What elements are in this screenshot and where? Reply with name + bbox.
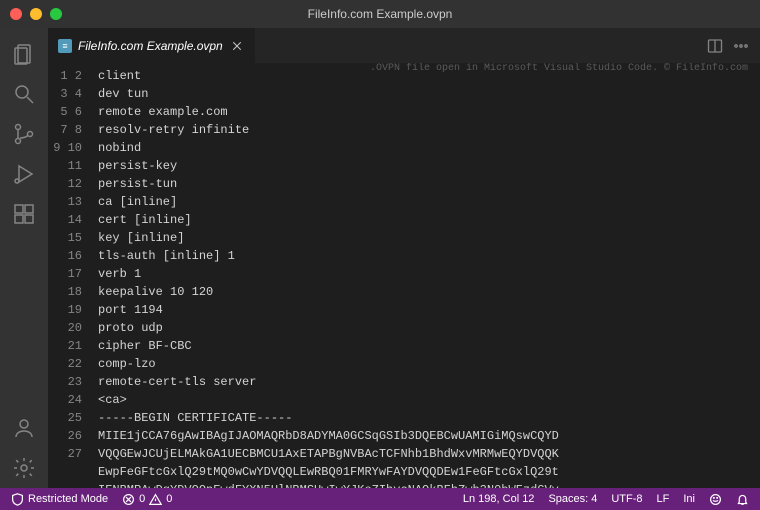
more-actions-icon[interactable]	[730, 35, 752, 57]
title-bar: FileInfo.com Example.ovpn	[0, 0, 760, 28]
errors-count: 0	[139, 493, 145, 505]
close-tab-icon[interactable]	[229, 38, 245, 54]
source-control-icon[interactable]	[0, 114, 48, 154]
close-window-button[interactable]	[10, 8, 22, 20]
feedback-icon[interactable]	[704, 488, 727, 510]
activity-bar	[0, 28, 48, 488]
encoding-button[interactable]: UTF-8	[606, 488, 647, 510]
tab-actions	[704, 35, 760, 57]
editor[interactable]: .OVPN file open in Microsoft Visual Stud…	[48, 63, 760, 488]
language-mode-button[interactable]: Ini	[678, 488, 700, 510]
extensions-icon[interactable]	[0, 194, 48, 234]
search-icon[interactable]	[0, 74, 48, 114]
cursor-position-button[interactable]: Ln 198, Col 12	[458, 488, 540, 510]
zoom-window-button[interactable]	[50, 8, 62, 20]
tab-active[interactable]: ≡ FileInfo.com Example.ovpn	[48, 28, 255, 63]
tabs-bar: ≡ FileInfo.com Example.ovpn	[48, 28, 760, 63]
warnings-count: 0	[166, 493, 172, 505]
tab-label: FileInfo.com Example.ovpn	[78, 39, 223, 53]
minimize-window-button[interactable]	[30, 8, 42, 20]
code-content[interactable]: client dev tun remote example.com resolv…	[98, 67, 760, 488]
settings-gear-icon[interactable]	[0, 448, 48, 488]
explorer-icon[interactable]	[0, 34, 48, 74]
window-controls	[10, 8, 62, 20]
problems-button[interactable]: 0 0	[117, 488, 177, 510]
restricted-mode-label: Restricted Mode	[28, 493, 108, 505]
accounts-icon[interactable]	[0, 408, 48, 448]
main-area: ≡ FileInfo.com Example.ovpn .OVPN file o…	[0, 28, 760, 488]
indentation-button[interactable]: Spaces: 4	[543, 488, 602, 510]
split-editor-icon[interactable]	[704, 35, 726, 57]
eol-button[interactable]: LF	[652, 488, 675, 510]
window-title: FileInfo.com Example.ovpn	[308, 7, 453, 21]
file-type-icon: ≡	[58, 39, 72, 53]
run-debug-icon[interactable]	[0, 154, 48, 194]
editor-group: ≡ FileInfo.com Example.ovpn .OVPN file o…	[48, 28, 760, 488]
restricted-mode-button[interactable]: Restricted Mode	[6, 488, 113, 510]
line-numbers: 1 2 3 4 5 6 7 8 9 10 11 12 13 14 15 16 1…	[48, 67, 98, 488]
status-bar: Restricted Mode 0 0 Ln 198, Col 12 Space…	[0, 488, 760, 510]
notifications-bell-icon[interactable]	[731, 488, 754, 510]
